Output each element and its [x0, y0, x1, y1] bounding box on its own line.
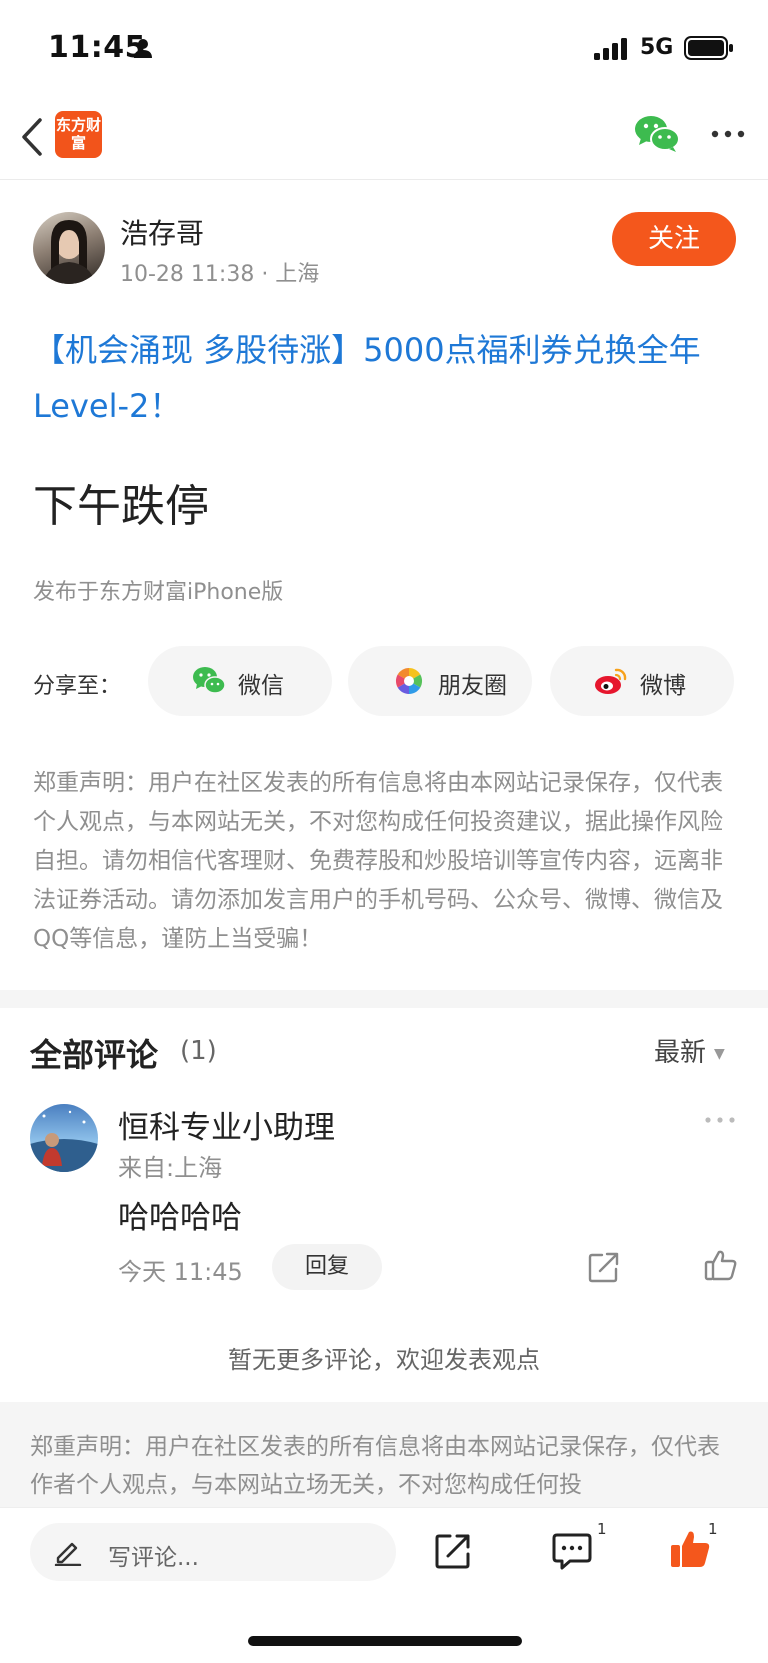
- comments-title: 全部评论: [30, 1036, 159, 1074]
- commenter-avatar[interactable]: [30, 1104, 98, 1172]
- author-name[interactable]: 浩存哥: [120, 212, 204, 252]
- comment-input[interactable]: 写评论...: [30, 1523, 396, 1581]
- share-row: 分享至： 微信 朋友圈 微博: [0, 646, 768, 718]
- moments-icon: [395, 667, 423, 695]
- share-wechat-button[interactable]: 微信: [148, 646, 332, 716]
- comment-icon[interactable]: [552, 1532, 592, 1570]
- wechat-share-icon[interactable]: [634, 114, 680, 154]
- comment-input-placeholder: 写评论...: [108, 1545, 199, 1571]
- comment-more-icon[interactable]: [704, 1114, 736, 1126]
- share-wechat-label: 微信: [238, 673, 284, 699]
- status-bar: 11:45 5G: [0, 0, 768, 100]
- caret-down-icon: ▼: [714, 1045, 725, 1062]
- status-time: 11:45: [48, 30, 146, 65]
- wechat-icon: [193, 667, 226, 694]
- signal-icon: [594, 38, 627, 60]
- comments-header: 全部评论 (1) 最新 ▼: [0, 1010, 768, 1090]
- avatar-image: [43, 220, 95, 284]
- no-more-comments: 暂无更多评论，欢迎发表观点: [228, 1346, 540, 1374]
- commenter-location: 来自:上海: [118, 1154, 223, 1182]
- nav-bar: 东方财富: [0, 100, 768, 180]
- more-options-icon[interactable]: [710, 122, 746, 146]
- thumbs-up-filled-icon[interactable]: [669, 1528, 711, 1570]
- network-type: 5G: [640, 35, 674, 60]
- section-divider: [0, 990, 768, 1008]
- footer-disclaimer-text: 郑重声明：用户在社区发表的所有信息将由本网站记录保存，仅代表作者个人观点，与本网…: [30, 1434, 720, 1498]
- author-avatar[interactable]: [33, 212, 105, 284]
- comments-count: (1): [180, 1036, 217, 1066]
- sort-label: 最新: [654, 1038, 707, 1068]
- promo-topic-link[interactable]: 【机会涌现 多股待涨】5000点福利券兑换全年Level-2！: [33, 322, 733, 434]
- comment-item: 恒科专业小助理 来自:上海 哈哈哈哈 今天 11:45 回复: [0, 1096, 768, 1296]
- disclaimer-text: 郑重声明：用户在社区发表的所有信息将由本网站记录保存，仅代表个人观点，与本网站无…: [33, 770, 723, 952]
- comment-count-badge: 1: [597, 1520, 607, 1538]
- post-body: 下午跌停: [33, 481, 209, 532]
- author-header: 浩存哥 10-28 11:38 · 上海 关注: [0, 200, 768, 300]
- avatar-image: [30, 1110, 98, 1172]
- battery-icon: [684, 36, 733, 60]
- comment-time: 今天 11:45: [118, 1258, 243, 1286]
- footer-disclaimer: 郑重声明：用户在社区发表的所有信息将由本网站记录保存，仅代表作者个人观点，与本网…: [0, 1402, 768, 1507]
- post-meta: 10-28 11:38 · 上海: [120, 262, 320, 287]
- follow-button[interactable]: 关注: [612, 212, 736, 266]
- weibo-icon: [595, 668, 627, 694]
- share-moments-button[interactable]: 朋友圈: [348, 646, 532, 716]
- sort-dropdown[interactable]: 最新 ▼: [654, 1032, 725, 1069]
- post-source: 发布于东方财富iPhone版: [33, 580, 284, 605]
- back-icon[interactable]: [14, 114, 54, 160]
- thumbs-up-icon[interactable]: [704, 1248, 738, 1282]
- share-weibo-label: 微博: [640, 673, 686, 699]
- bottom-action-bar: 写评论... 1 1: [0, 1507, 768, 1663]
- share-icon[interactable]: [588, 1251, 620, 1283]
- reply-button[interactable]: 回复: [272, 1244, 382, 1290]
- pen-icon: [54, 1542, 82, 1566]
- app-logo[interactable]: 东方财富: [55, 111, 102, 158]
- home-indicator: [248, 1636, 522, 1646]
- share-icon[interactable]: [434, 1532, 472, 1570]
- comment-text: 哈哈哈哈: [118, 1200, 242, 1236]
- share-label: 分享至：: [33, 674, 122, 699]
- person-icon: [134, 39, 152, 58]
- share-moments-label: 朋友圈: [438, 673, 507, 699]
- commenter-name[interactable]: 恒科专业小助理: [118, 1102, 335, 1147]
- share-weibo-button[interactable]: 微博: [550, 646, 734, 716]
- like-count-badge: 1: [708, 1520, 718, 1538]
